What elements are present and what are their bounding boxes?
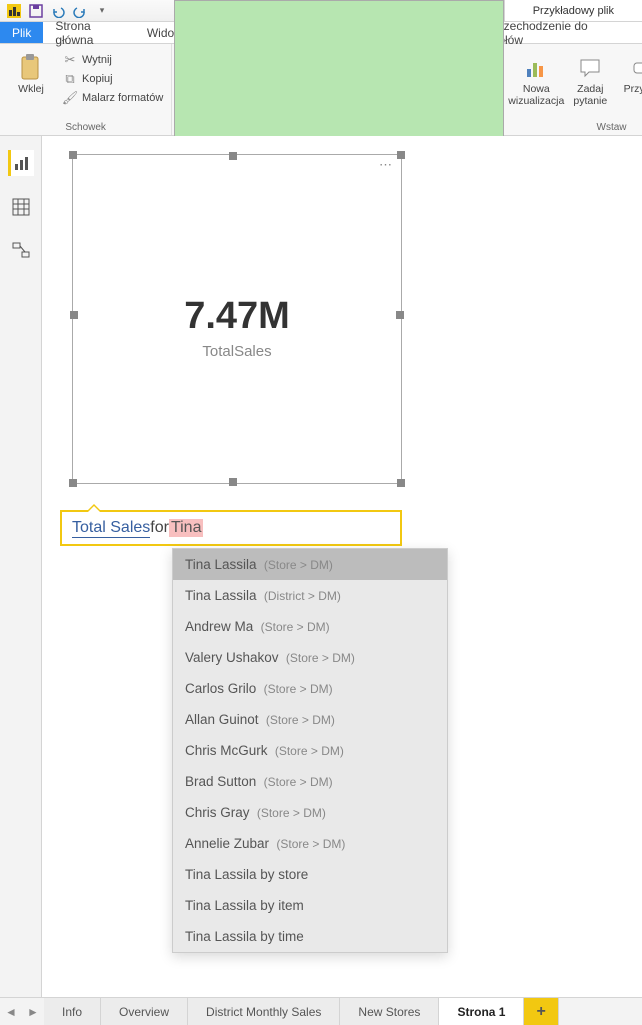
report-view-button[interactable] xyxy=(8,150,34,176)
view-rail xyxy=(0,136,42,997)
suggestion-path: (Store > DM) xyxy=(260,682,332,696)
suggestion-name: Tina Lassila by item xyxy=(185,898,304,913)
suggestion-item[interactable]: Tina Lassila by item xyxy=(173,890,447,921)
suggestion-name: Tina Lassila xyxy=(185,557,257,572)
qa-term: Tina xyxy=(169,519,204,537)
suggestion-item[interactable]: Chris Gray (Store > DM) xyxy=(173,797,447,828)
qa-suggestions-dropdown: Tina Lassila (Store > DM)Tina Lassila (D… xyxy=(172,548,448,953)
suggestion-name: Valery Ushakov xyxy=(185,650,279,665)
ask-label: Zadaj pytanie xyxy=(565,84,615,107)
cut-label: Wytnij xyxy=(82,54,112,66)
format-painter-label: Malarz formatów xyxy=(82,92,163,104)
ask-question-button[interactable]: Zadaj pytanie xyxy=(563,48,617,111)
page-tab[interactable]: Info xyxy=(44,998,101,1025)
resize-handle[interactable] xyxy=(229,478,237,486)
cut-button[interactable]: ✂ Wytnij xyxy=(62,52,163,68)
suggestion-item[interactable]: Carlos Grilo (Store > DM) xyxy=(173,673,447,704)
qa-question-input[interactable]: Total Sales for Tina xyxy=(60,510,402,546)
page-tab-bar: ◄ ► InfoOverviewDistrict Monthly SalesNe… xyxy=(0,997,642,1025)
card-label: TotalSales xyxy=(73,343,401,360)
suggestion-item[interactable]: Allan Guinot (Store > DM) xyxy=(173,704,447,735)
qat-dropdown-icon[interactable]: ▾ xyxy=(94,3,110,19)
buttons-button[interactable]: Przyciski xyxy=(617,48,642,108)
resize-handle[interactable] xyxy=(397,151,405,159)
card-visual[interactable]: ⋯ 7.47M TotalSales xyxy=(72,154,402,484)
page-tab[interactable]: District Monthly Sales xyxy=(188,998,340,1025)
qa-connector: for xyxy=(150,519,169,537)
app-icon xyxy=(6,3,22,19)
suggestion-item[interactable]: Tina Lassila by time xyxy=(173,921,447,952)
paste-button[interactable]: Wklej xyxy=(4,48,58,100)
ask-icon xyxy=(574,52,606,84)
suggestion-item[interactable]: Tina Lassila (Store > DM) xyxy=(173,549,447,580)
group-label-clipboard: Schowek xyxy=(0,120,171,135)
undo-icon[interactable] xyxy=(50,3,66,19)
resize-handle[interactable] xyxy=(397,479,405,487)
copy-icon: ⧉ xyxy=(62,71,78,87)
suggestion-path: (Store > DM) xyxy=(273,837,345,851)
suggestion-path: (Store > DM) xyxy=(283,651,355,665)
buttons-icon xyxy=(628,52,642,84)
new-visual-label: Nowa wizualizacja xyxy=(508,84,564,107)
suggestion-path: (Store > DM) xyxy=(272,744,344,758)
resize-handle[interactable] xyxy=(69,151,77,159)
suggestion-path: (Store > DM) xyxy=(260,775,332,789)
new-visual-button[interactable]: Nowa wizualizacja xyxy=(509,48,563,111)
suggestion-path: (Store > DM) xyxy=(254,806,326,820)
brush-icon: 🖌 xyxy=(62,90,78,106)
suggestion-path: (Store > DM) xyxy=(261,558,333,572)
paste-label: Wklej xyxy=(18,84,44,96)
paste-icon xyxy=(15,52,47,84)
suggestion-item[interactable]: Chris McGurk (Store > DM) xyxy=(173,735,447,766)
suggestion-name: Tina Lassila by store xyxy=(185,867,308,882)
tab-file[interactable]: Plik xyxy=(0,22,43,43)
suggestion-name: Andrew Ma xyxy=(185,619,253,634)
suggestion-name: Chris McGurk xyxy=(185,743,268,758)
page-tab[interactable]: Overview xyxy=(101,998,188,1025)
suggestion-name: Tina Lassila xyxy=(185,588,257,603)
qa-measure: Total Sales xyxy=(72,519,150,538)
copy-label: Kopiuj xyxy=(82,73,113,85)
scroll-right-button[interactable]: ► xyxy=(22,998,44,1025)
copy-button[interactable]: ⧉ Kopiuj xyxy=(62,71,163,87)
suggestion-item[interactable]: Tina Lassila (District > DM) xyxy=(173,580,447,611)
workspace: ⋯ 7.47M TotalSales Total Sales for Tina … xyxy=(0,136,642,997)
format-painter-button[interactable]: 🖌 Malarz formatów xyxy=(62,90,163,106)
add-page-button[interactable]: + xyxy=(524,998,558,1025)
suggestion-name: Brad Sutton xyxy=(185,774,256,789)
model-view-button[interactable] xyxy=(8,238,34,264)
redo-icon[interactable] xyxy=(72,3,88,19)
suggestion-item[interactable]: Annelie Zubar (Store > DM) xyxy=(173,828,447,859)
cut-icon: ✂ xyxy=(62,52,78,68)
group-clipboard: Wklej ✂ Wytnij ⧉ Kopiuj 🖌 Malarz formatów S… xyxy=(0,44,172,135)
suggestion-name: Chris Gray xyxy=(185,805,250,820)
suggestion-name: Annelie Zubar xyxy=(185,836,269,851)
page-tab[interactable]: New Stores xyxy=(340,998,439,1025)
suggestion-name: Allan Guinot xyxy=(185,712,259,727)
data-view-button[interactable] xyxy=(8,194,34,220)
suggestion-name: Tina Lassila by time xyxy=(185,929,304,944)
new-visual-icon xyxy=(520,52,552,84)
buttons-label: Przyciski xyxy=(624,84,642,96)
suggestion-path: (Store > DM) xyxy=(263,713,335,727)
suggestion-item[interactable]: Andrew Ma (Store > DM) xyxy=(173,611,447,642)
resize-handle[interactable] xyxy=(69,479,77,487)
suggestion-item[interactable]: Brad Sutton (Store > DM) xyxy=(173,766,447,797)
save-icon[interactable] xyxy=(28,3,44,19)
tab-home[interactable]: Strona główna xyxy=(43,22,134,43)
scroll-left-button[interactable]: ◄ xyxy=(0,998,22,1025)
suggestion-item[interactable]: Tina Lassila by store xyxy=(173,859,447,890)
quick-access-toolbar: ▾ xyxy=(0,3,110,19)
visual-options-icon[interactable]: ⋯ xyxy=(379,157,393,173)
suggestion-item[interactable]: Valery Ushakov (Store > DM) xyxy=(173,642,447,673)
report-canvas[interactable]: ⋯ 7.47M TotalSales Total Sales for Tina … xyxy=(42,136,642,997)
suggestion-name: Carlos Grilo xyxy=(185,681,256,696)
suggestion-path: (Store > DM) xyxy=(257,620,329,634)
card-value: 7.47M xyxy=(73,295,401,338)
suggestion-path: (District > DM) xyxy=(261,589,341,603)
page-tab[interactable]: Strona 1 xyxy=(439,998,524,1025)
resize-handle[interactable] xyxy=(229,152,237,160)
